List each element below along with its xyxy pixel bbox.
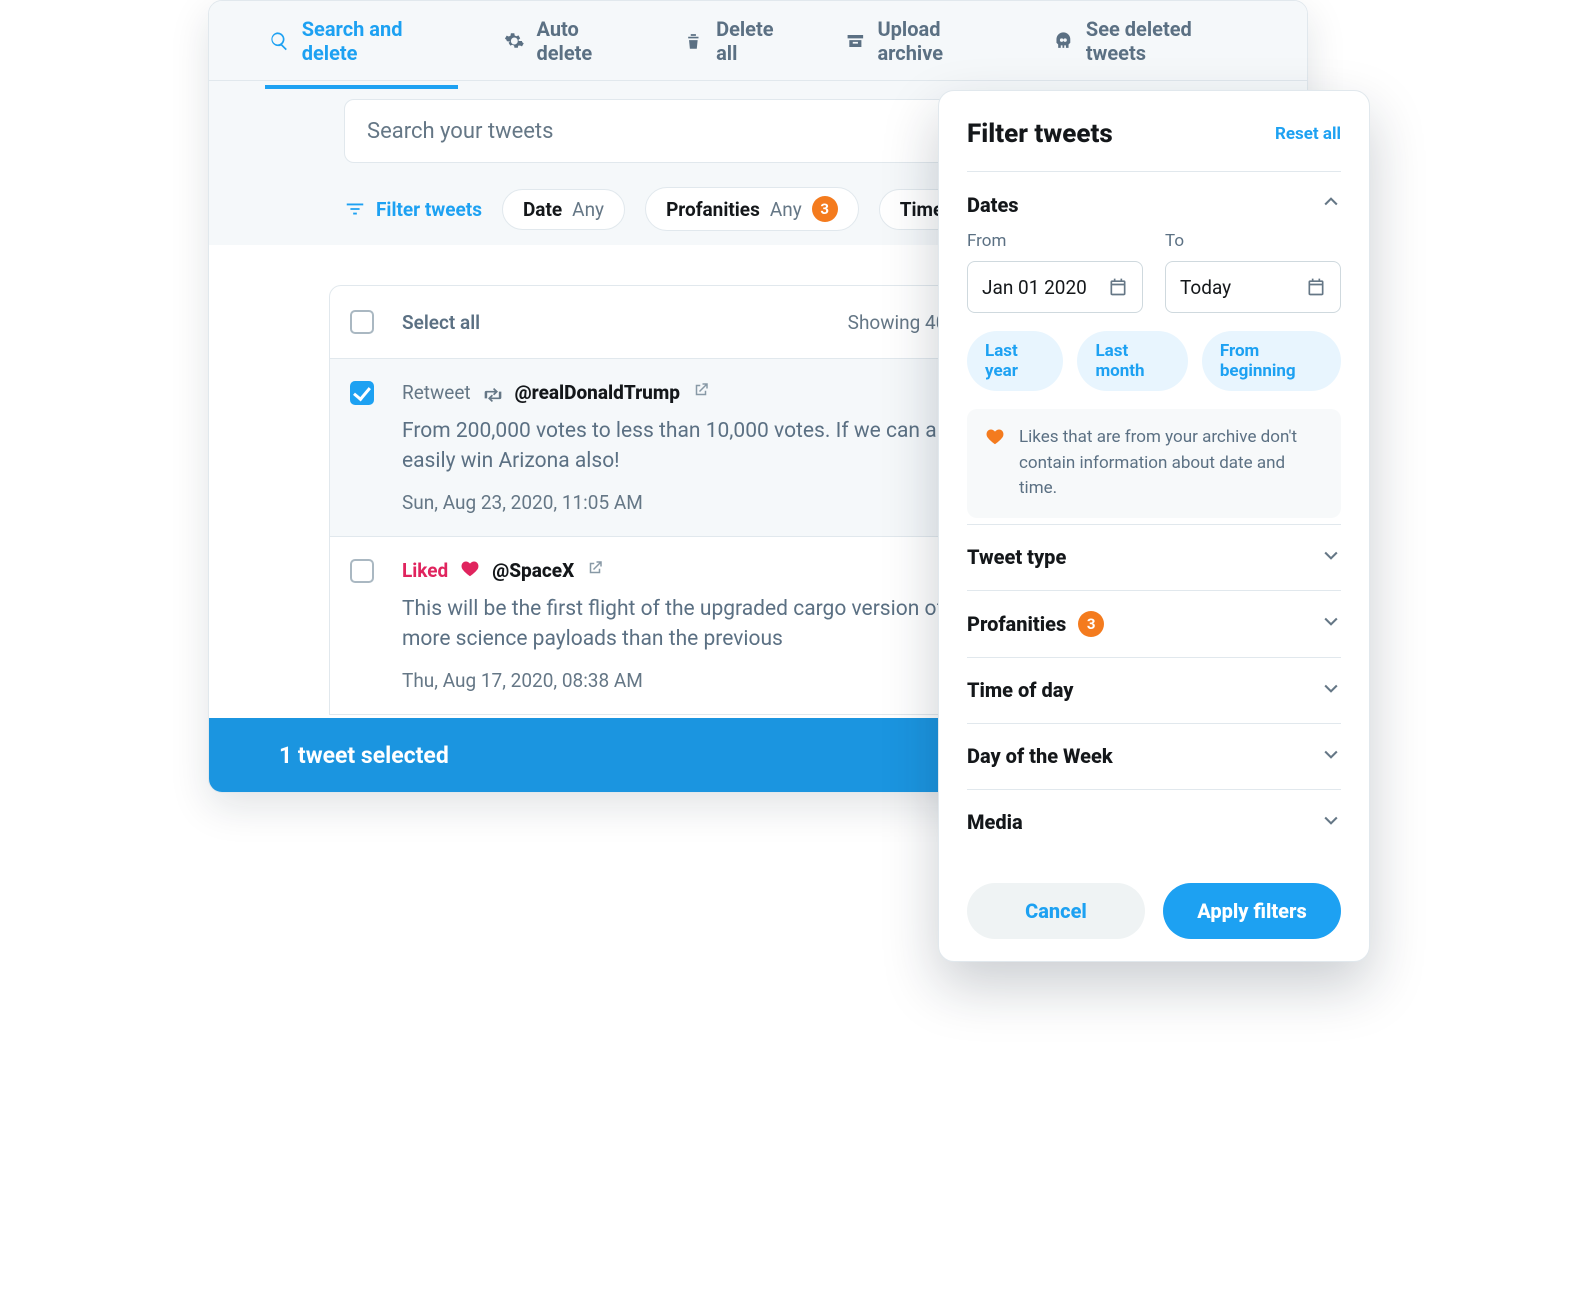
apply-filters-button[interactable]: Apply filters — [1163, 883, 1341, 939]
profanities-count-badge: 3 — [1078, 611, 1104, 637]
section-profanities[interactable]: Profanities 3 — [967, 591, 1341, 657]
section-title: Time of day — [967, 678, 1073, 702]
tweet-type-label: Liked — [402, 559, 448, 582]
filter-label: Filter tweets — [376, 198, 482, 221]
tabs: Search and delete Auto delete Delete all… — [209, 1, 1307, 81]
chevron-up-icon — [1321, 192, 1341, 217]
chip-profanities[interactable]: Profanities Any 3 — [645, 187, 859, 231]
chevron-down-icon — [1321, 611, 1341, 636]
tab-upload-archive[interactable]: Upload archive — [845, 17, 1003, 65]
section-title: Dates — [967, 193, 1019, 217]
section-dates-header[interactable]: Dates — [967, 172, 1341, 237]
calendar-icon — [1306, 277, 1326, 297]
pill-last-year[interactable]: Last year — [967, 331, 1063, 391]
filter-panel: Filter tweets Reset all Dates From Jan 0… — [938, 90, 1370, 962]
tweet-handle: @SpaceX — [492, 559, 574, 582]
cancel-button[interactable]: Cancel — [967, 883, 1145, 939]
chip-date[interactable]: Date Any — [502, 189, 625, 230]
external-link-icon[interactable] — [586, 559, 604, 582]
section-tweet-type[interactable]: Tweet type — [967, 525, 1341, 590]
archive-note: Likes that are from your archive don't c… — [967, 409, 1341, 518]
from-date-input[interactable]: Jan 01 2020 — [967, 261, 1143, 313]
to-label: To — [1165, 231, 1341, 251]
heart-broken-icon — [985, 427, 1005, 454]
archive-icon — [845, 30, 866, 52]
tab-label: Upload archive — [877, 17, 1003, 65]
tab-see-deleted[interactable]: See deleted tweets — [1053, 17, 1247, 65]
search-icon — [269, 30, 290, 52]
tweet-type-label: Retweet — [402, 381, 471, 404]
tab-delete-all[interactable]: Delete all — [683, 17, 794, 65]
chevron-down-icon — [1321, 678, 1341, 703]
skull-icon — [1053, 30, 1074, 52]
retweet-icon — [483, 387, 503, 403]
note-text: Likes that are from your archive don't c… — [1019, 425, 1323, 502]
section-title: Media — [967, 810, 1023, 834]
tab-label: See deleted tweets — [1086, 17, 1247, 65]
select-all-checkbox[interactable] — [350, 310, 374, 334]
chip-value: Any — [572, 198, 604, 221]
section-day-of-week[interactable]: Day of the Week — [967, 724, 1341, 789]
tab-label: Delete all — [716, 17, 795, 65]
chip-key: Profanities — [666, 198, 760, 221]
selection-count: 1 tweet selected — [279, 742, 449, 769]
chevron-down-icon — [1321, 744, 1341, 769]
calendar-icon — [1108, 277, 1128, 297]
chip-key: Date — [523, 198, 562, 221]
tweet-handle: @realDonaldTrump — [515, 381, 680, 404]
section-title: Tweet type — [967, 545, 1066, 569]
tab-search-delete[interactable]: Search and delete — [269, 17, 454, 65]
chevron-down-icon — [1321, 810, 1341, 835]
chevron-down-icon — [1321, 545, 1341, 570]
to-date-value: Today — [1180, 276, 1231, 299]
reset-all-link[interactable]: Reset all — [1275, 124, 1341, 144]
chip-value: Any — [770, 198, 802, 221]
pill-from-beginning[interactable]: From beginning — [1202, 331, 1341, 391]
section-title: Day of the Week — [967, 744, 1113, 768]
panel-title: Filter tweets — [967, 119, 1113, 149]
tweet-checkbox[interactable] — [350, 381, 374, 405]
trash-icon — [683, 30, 704, 52]
heart-icon — [460, 559, 480, 582]
filter-tweets-button[interactable]: Filter tweets — [344, 198, 482, 221]
tab-auto-delete[interactable]: Auto delete — [504, 17, 634, 65]
section-media[interactable]: Media — [967, 790, 1341, 855]
filter-icon — [344, 198, 366, 220]
tweet-checkbox[interactable] — [350, 559, 374, 583]
external-link-icon[interactable] — [692, 381, 710, 404]
pill-last-month[interactable]: Last month — [1077, 331, 1187, 391]
tab-label: Search and delete — [302, 17, 454, 65]
chip-count-badge: 3 — [812, 196, 838, 222]
section-title: Profanities — [967, 612, 1066, 636]
to-date-input[interactable]: Today — [1165, 261, 1341, 313]
tab-label: Auto delete — [537, 17, 634, 65]
gear-icon — [504, 30, 525, 52]
from-label: From — [967, 231, 1143, 251]
section-dates: Dates From Jan 01 2020 To Today — [967, 171, 1341, 518]
select-all-label: Select all — [402, 311, 480, 334]
search-placeholder: Search your tweets — [367, 119, 553, 144]
from-date-value: Jan 01 2020 — [982, 276, 1087, 299]
section-time-of-day[interactable]: Time of day — [967, 658, 1341, 723]
